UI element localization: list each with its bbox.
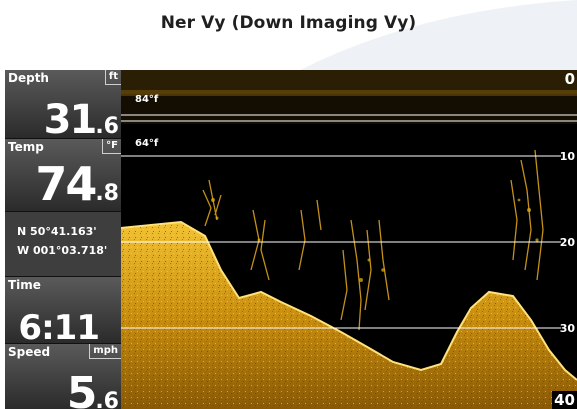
speed-value: 5.6 [67, 372, 119, 409]
speed-label: Speed [8, 345, 51, 359]
depth-scale-30: 30 [559, 322, 575, 335]
speed-box: Speed mph 5.6 [5, 344, 121, 409]
page-title: Ner Vy (Down Imaging Vy) [160, 13, 417, 33]
time-box: Time 6:11 [5, 277, 121, 348]
temp-tag-lower: 64°f [135, 138, 159, 149]
time-value: 6:11 [18, 308, 100, 348]
temp-unit: °F [102, 139, 121, 154]
position-box: N 50°41.163' W 001°03.718' [5, 212, 121, 277]
depth-scale-20: 20 [559, 236, 575, 249]
temp-value-int: 74 [35, 157, 97, 211]
temp-tag-upper: 84°f [135, 94, 159, 105]
depth-value: 31.6 [44, 100, 119, 140]
speed-value-int: 5 [66, 368, 98, 409]
speed-value-dec: .6 [95, 389, 119, 409]
temp-value-dec: .8 [95, 181, 119, 206]
temp-label: Temp [8, 140, 44, 154]
depth-scale-0: 0 [564, 70, 575, 88]
depth-scale-10: 10 [559, 150, 575, 163]
data-panel: Depth ft 31.6 Temp °F 74.8 N 50°41.163' … [5, 70, 121, 409]
temp-box: Temp °F 74.8 [5, 139, 121, 212]
speed-unit: mph [89, 344, 121, 359]
depth-value-dec: .6 [95, 114, 119, 139]
fishfinder-screen: Depth ft 31.6 Temp °F 74.8 N 50°41.163' … [5, 70, 577, 409]
depth-value-int: 31 [43, 97, 98, 143]
longitude: W 001°03.718' [17, 244, 108, 257]
sonar-image [121, 70, 577, 409]
depth-box: Depth ft 31.6 [5, 70, 121, 140]
depth-unit: ft [104, 70, 121, 85]
down-imaging-view[interactable]: 84°f 64°f 0 10 20 30 40 [121, 70, 577, 409]
latitude: N 50°41.163' [17, 225, 97, 238]
depth-label: Depth [8, 71, 49, 85]
time-label: Time [8, 278, 41, 292]
temp-value: 74.8 [35, 161, 119, 207]
depth-scale-40: 40 [552, 391, 577, 409]
time-value-text: 6:11 [18, 308, 100, 348]
